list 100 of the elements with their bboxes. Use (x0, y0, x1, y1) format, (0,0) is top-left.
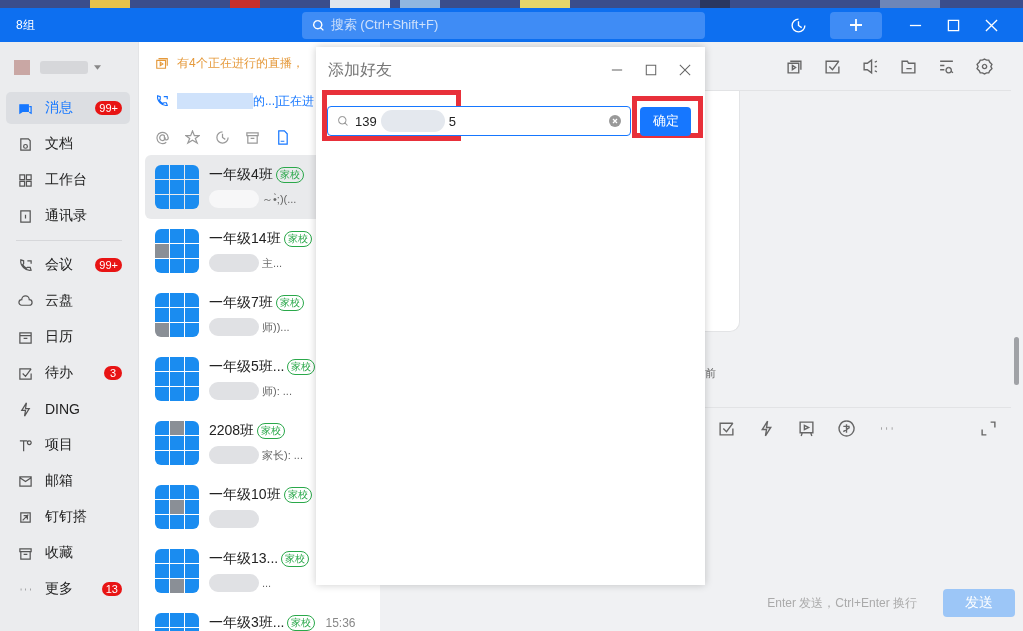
group-avatar (155, 293, 199, 337)
sidebar-item[interactable]: 日历 (6, 321, 130, 353)
video-icon[interactable] (786, 57, 803, 75)
nav-icon[interactable] (18, 208, 33, 224)
group-name: 一年级3班... (209, 614, 285, 631)
search-icon (337, 115, 349, 127)
app-logo: 8组 (16, 16, 36, 34)
group-name: 一年级4班 (209, 166, 273, 184)
school-icon[interactable] (838, 420, 855, 437)
screen-icon[interactable] (798, 420, 815, 437)
nav-icon[interactable] (18, 136, 33, 152)
redacted-block (209, 318, 259, 336)
phone-field[interactable]: 139 5 (327, 106, 631, 136)
group-avatar (155, 485, 199, 529)
speaker-icon[interactable] (862, 57, 879, 75)
message-preview: 师): ... (262, 383, 292, 399)
check-icon[interactable] (824, 57, 841, 75)
conversation-item[interactable]: 2208班 家校 家长): ... (145, 411, 380, 475)
sidebar-item[interactable]: 收藏 (6, 537, 130, 569)
sidebar-item[interactable]: 通讯录 (6, 200, 130, 232)
sidebar-item[interactable]: 消息 99+ (6, 92, 130, 124)
dialog-title: 添加好友 (328, 59, 393, 80)
bolt-icon[interactable] (758, 420, 775, 437)
plus-icon (848, 17, 864, 33)
conversation-item[interactable]: 一年级10班 家校 (145, 475, 380, 539)
sidebar-item[interactable]: 更多 13 (6, 573, 130, 605)
clear-icon[interactable] (609, 115, 621, 127)
nav-icon[interactable] (18, 172, 33, 188)
message-preview: ... (262, 577, 272, 589)
group-name: 一年级7班 (209, 294, 273, 312)
redacted-block (209, 574, 259, 592)
call-icon[interactable] (155, 94, 169, 108)
shortcut-hint: Enter 发送，Ctrl+Enter 换行 (767, 594, 917, 612)
group-avatar (155, 229, 199, 273)
expand-icon[interactable] (980, 420, 997, 437)
sidebar-item[interactable]: 工作台 (6, 164, 130, 196)
count-badge: 99+ (95, 101, 122, 115)
sidebar-item[interactable]: 项目 (6, 429, 130, 461)
group-name: 一年级14班 (209, 230, 281, 248)
sidebar-item[interactable]: 邮箱 (6, 465, 130, 497)
filter-icon[interactable] (155, 130, 170, 145)
scrollbar[interactable] (1014, 337, 1019, 385)
redacted-block (209, 254, 259, 272)
redacted-block (209, 510, 259, 528)
conversation-item[interactable]: 一年级7班 家校 师))... (145, 283, 380, 347)
nav-icon[interactable] (18, 401, 33, 417)
message-time: 前 (705, 366, 716, 381)
maximize-icon[interactable] (645, 64, 657, 76)
group-avatar (155, 549, 199, 593)
add-button[interactable] (830, 11, 882, 39)
sidebar-item[interactable]: 钉钉搭 (6, 501, 130, 533)
nav-icon[interactable] (18, 545, 33, 561)
call-notice[interactable]: 的...]正在进 (253, 92, 315, 110)
count-badge: 99+ (95, 258, 122, 272)
close-icon[interactable] (679, 64, 691, 76)
group-avatar (155, 421, 199, 465)
nav-icon[interactable] (18, 329, 33, 345)
conversation-item[interactable]: 一年级13... 家校 ... (145, 539, 380, 603)
conversation-item[interactable]: 一年级5班... 家校 师): ... (145, 347, 380, 411)
searchlist-icon[interactable] (938, 57, 955, 75)
nav-icon[interactable] (18, 257, 33, 273)
group-name: 2208班 (209, 422, 255, 440)
sidebar-item[interactable]: 文档 (6, 128, 130, 160)
search-icon (311, 18, 325, 32)
filter-icon[interactable] (275, 130, 290, 145)
check-icon[interactable] (718, 420, 735, 437)
message-preview: ～•̀;)(... (262, 191, 297, 207)
group-avatar (155, 357, 199, 401)
nav-icon[interactable] (18, 473, 33, 489)
redacted-block (209, 446, 259, 464)
nav-icon[interactable] (18, 365, 33, 381)
sidebar-item[interactable]: 云盘 (6, 285, 130, 317)
group-name: 一年级5班... (209, 358, 285, 376)
message-time: 15:36 (325, 616, 356, 630)
sidebar-item[interactable]: 会议 99+ (6, 249, 130, 281)
group-avatar (155, 165, 199, 209)
count-badge: 13 (101, 582, 122, 596)
group-name: 一年级13... (209, 550, 279, 568)
filter-icon[interactable] (185, 130, 200, 145)
gear-icon[interactable] (976, 57, 993, 75)
caret-icon[interactable] (94, 64, 101, 70)
message-preview: 家长): ... (262, 447, 303, 463)
redacted-block (209, 382, 259, 400)
group-name: 一年级10班 (209, 486, 281, 504)
nav-icon[interactable] (18, 437, 33, 453)
filter-icon[interactable] (245, 130, 260, 145)
redacted-avatar (14, 59, 30, 75)
nav-icon[interactable] (18, 509, 33, 525)
nav-icon[interactable] (18, 293, 33, 309)
confirm-button[interactable]: 确定 (640, 106, 691, 136)
folder-icon[interactable] (900, 57, 917, 75)
filter-icon[interactable] (215, 130, 230, 145)
message-preview: 主... (262, 255, 283, 271)
sidebar-item[interactable]: DING (6, 393, 130, 425)
conversation-item[interactable]: 一年级14班 家校 主... (145, 219, 380, 283)
conversation-item[interactable]: 一年级3班... 家校 15:36 (145, 603, 380, 631)
redacted-block (380, 110, 445, 132)
history-icon[interactable] (790, 16, 807, 34)
sidebar-item[interactable]: 待办 3 (6, 357, 130, 389)
message-preview: 师))... (262, 319, 290, 335)
